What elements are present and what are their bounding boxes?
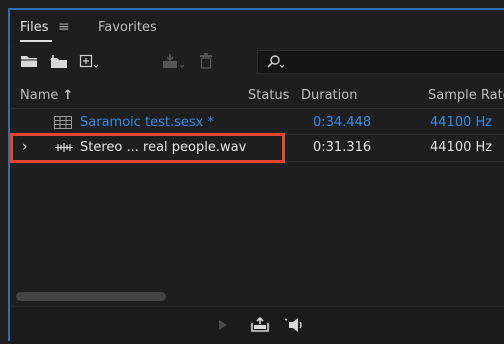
horizontal-scrollbar[interactable]: [16, 292, 166, 301]
file-duration: 0:31.316: [313, 140, 372, 155]
export-icon[interactable]: [250, 316, 270, 337]
table-row[interactable]: Saramoic test.sesx * 0:34.448 44100 Hz: [10, 111, 504, 134]
column-name-label: Name: [20, 88, 59, 103]
file-sample-rate: 44100 Hz: [430, 140, 493, 155]
new-file-icon[interactable]: [78, 50, 104, 72]
auto-play-speaker-icon[interactable]: [283, 317, 307, 337]
import-icon[interactable]: [48, 50, 70, 72]
file-sample-rate: 44100 Hz: [430, 115, 493, 130]
column-header-name[interactable]: Name ↑: [20, 88, 73, 103]
insert-into-multitrack-icon[interactable]: [160, 50, 188, 72]
trash-icon[interactable]: [196, 50, 216, 72]
file-duration: 0:34.448: [313, 115, 372, 130]
tab-favorites[interactable]: Favorites: [98, 20, 157, 35]
preview-transport-bar: [10, 306, 504, 344]
header-divider: [10, 108, 504, 109]
tab-files[interactable]: Files: [20, 20, 49, 35]
search-icon: [266, 54, 288, 74]
column-header-status[interactable]: Status: [248, 88, 289, 103]
multitrack-session-icon: [54, 116, 72, 133]
active-tab-indicator: [20, 40, 52, 42]
search-input[interactable]: [257, 50, 504, 74]
open-folder-icon[interactable]: [18, 50, 40, 72]
panel-tab-bar: Files ≡ Favorites: [10, 10, 504, 44]
column-header-duration[interactable]: Duration: [301, 88, 357, 103]
table-header: Name ↑ Status Duration Sample Rate: [10, 84, 504, 108]
files-panel: Files ≡ Favorites Name ↑ Status Duration…: [8, 8, 504, 344]
highlight-annotation-box: [10, 133, 285, 163]
file-name: Saramoic test.sesx *: [80, 115, 215, 130]
play-icon[interactable]: [217, 317, 229, 336]
column-header-sample-rate[interactable]: Sample Rate: [428, 88, 504, 103]
sort-ascending-icon: ↑: [62, 88, 74, 103]
panel-menu-icon[interactable]: ≡: [58, 19, 70, 35]
